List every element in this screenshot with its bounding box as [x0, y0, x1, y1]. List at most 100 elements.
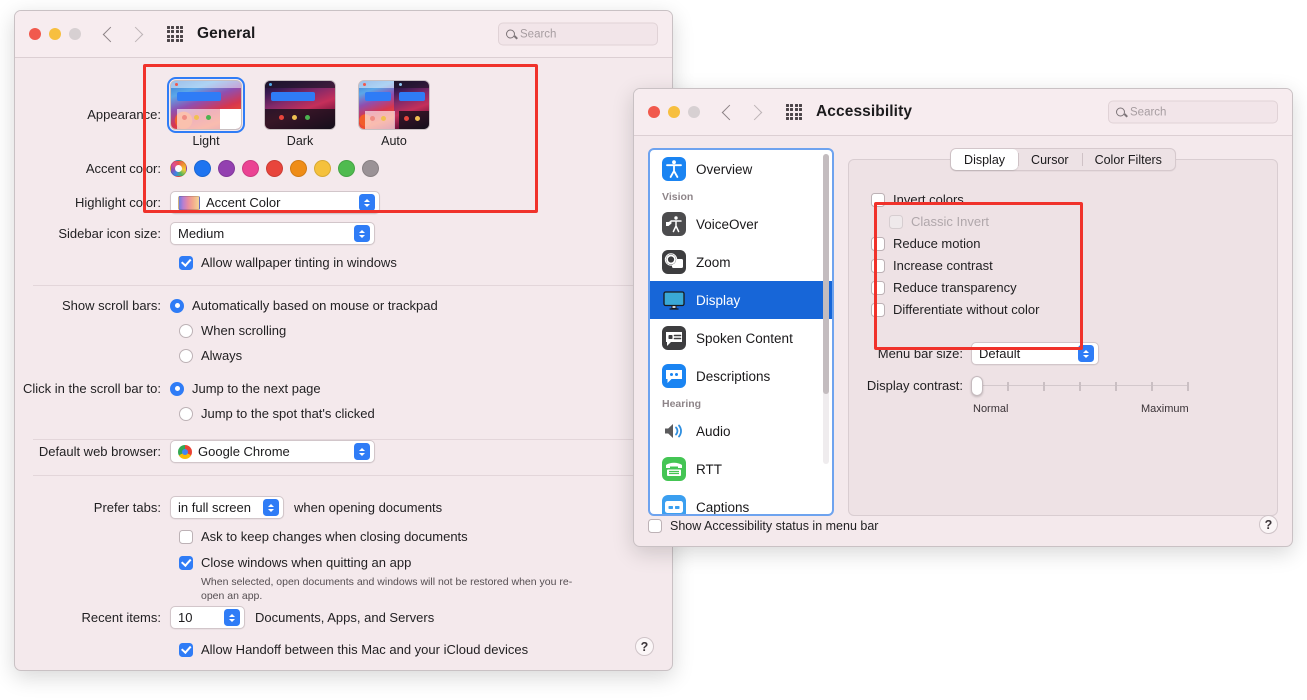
click-scroll-radio-spot-clicked[interactable]	[179, 407, 193, 421]
close-windows-row[interactable]: Close windows when quitting an app	[179, 555, 411, 570]
recent-items-stepper-icon[interactable]	[224, 609, 240, 626]
reduce-transparency-checkbox[interactable]	[871, 281, 885, 295]
scroll-bars-option-always[interactable]: Always	[179, 348, 242, 363]
sidebar-item-voiceover[interactable]: VoiceOver	[650, 205, 832, 243]
close-button[interactable]	[29, 28, 41, 40]
appearance-option-dark[interactable]: Dark	[264, 80, 336, 148]
sidebar-item-descriptions[interactable]: Descriptions	[650, 357, 832, 395]
scroll-bars-option-when-scrolling[interactable]: When scrolling	[179, 323, 286, 338]
prefer-tabs-popup[interactable]: in full screen	[170, 496, 284, 519]
accessibility-zoom-button[interactable]	[688, 106, 700, 118]
accent-swatch-purple[interactable]	[218, 160, 235, 177]
sidebar-item-rtt[interactable]: RTT	[650, 450, 832, 488]
accessibility-minimize-button[interactable]	[668, 106, 680, 118]
click-scroll-radio-next-page[interactable]	[170, 382, 184, 396]
appearance-options[interactable]: Light	[170, 80, 430, 148]
recent-items-popup[interactable]: 10	[170, 606, 245, 629]
scroll-bars-radio-when-scrolling[interactable]	[179, 324, 193, 338]
sidebar-item-overview[interactable]: Overview	[650, 150, 832, 188]
show-all-grid-icon[interactable]	[167, 26, 183, 42]
close-windows-checkbox[interactable]	[179, 556, 193, 570]
appearance-thumb-light[interactable]	[170, 80, 242, 130]
increase-contrast-row[interactable]: Increase contrast	[871, 258, 993, 273]
prefer-tabs-stepper-icon[interactable]	[263, 499, 279, 516]
appearance-thumb-dark[interactable]	[264, 80, 336, 130]
accent-swatch-green[interactable]	[338, 160, 355, 177]
window-controls[interactable]	[29, 28, 81, 40]
click-scroll-option-spot-clicked[interactable]: Jump to the spot that's clicked	[179, 406, 375, 421]
accessibility-navigation-arrows[interactable]	[724, 107, 760, 118]
sidebar-icon-size-popup[interactable]: Medium	[170, 222, 375, 245]
general-search-field[interactable]: Search	[498, 23, 658, 46]
accessibility-search-field[interactable]: Search	[1108, 101, 1278, 124]
click-scroll-option-next-page[interactable]: Jump to the next page	[170, 381, 321, 396]
accent-swatch-blue[interactable]	[194, 160, 211, 177]
accessibility-close-button[interactable]	[648, 106, 660, 118]
accessibility-window-controls[interactable]	[648, 106, 700, 118]
sidebar-icon-size-stepper-icon[interactable]	[354, 225, 370, 242]
sidebar-item-captions[interactable]: Captions	[650, 488, 832, 516]
menu-bar-size-popup[interactable]: Default	[971, 342, 1099, 365]
accent-swatch-multicolor[interactable]	[170, 160, 187, 177]
scroll-bars-radio-always[interactable]	[179, 349, 193, 363]
forward-arrow-icon[interactable]	[128, 26, 144, 42]
accent-color-swatches[interactable]	[170, 160, 379, 177]
appearance-option-auto[interactable]: Auto	[358, 80, 430, 148]
general-help-button[interactable]: ?	[635, 637, 654, 656]
appearance-option-light[interactable]: Light	[170, 80, 242, 148]
increase-contrast-checkbox[interactable]	[871, 259, 885, 273]
back-arrow-icon[interactable]	[103, 26, 119, 42]
tab-display[interactable]: Display	[951, 149, 1018, 170]
sidebar-item-spoken-content[interactable]: Spoken Content	[650, 319, 832, 357]
sidebar-item-display[interactable]: Display	[650, 281, 832, 319]
display-contrast-slider[interactable]	[971, 384, 1189, 388]
accent-swatch-yellow[interactable]	[314, 160, 331, 177]
accent-swatch-orange[interactable]	[290, 160, 307, 177]
handoff-checkbox[interactable]	[179, 643, 193, 657]
reduce-motion-checkbox[interactable]	[871, 237, 885, 251]
accent-swatch-red[interactable]	[266, 160, 283, 177]
accessibility-sidebar[interactable]: Overview Vision VoiceOver Zoom	[648, 148, 834, 516]
invert-colors-checkbox[interactable]	[871, 193, 885, 207]
sidebar-item-audio[interactable]: Audio	[650, 412, 832, 450]
ask-keep-changes-row[interactable]: Ask to keep changes when closing documen…	[179, 529, 468, 544]
tab-color-filters[interactable]: Color Filters	[1082, 149, 1175, 170]
invert-colors-row[interactable]: Invert colors	[871, 192, 964, 207]
recent-items-suffix: Documents, Apps, and Servers	[255, 610, 434, 625]
display-contrast-slider-knob[interactable]	[971, 376, 983, 396]
minimize-button[interactable]	[49, 28, 61, 40]
sidebar-item-zoom[interactable]: Zoom	[650, 243, 832, 281]
differentiate-without-color-checkbox[interactable]	[871, 303, 885, 317]
highlight-color-popup[interactable]: Accent Color	[170, 191, 380, 214]
highlight-color-stepper-icon[interactable]	[359, 194, 375, 211]
accent-swatch-pink[interactable]	[242, 160, 259, 177]
navigation-arrows[interactable]	[105, 29, 141, 40]
show-accessibility-status-row[interactable]: Show Accessibility status in menu bar	[648, 519, 878, 533]
accessibility-forward-arrow-icon[interactable]	[747, 104, 763, 120]
reduce-transparency-row[interactable]: Reduce transparency	[871, 280, 1017, 295]
accessibility-show-all-grid-icon[interactable]	[786, 104, 802, 120]
accessibility-search-icon	[1116, 108, 1125, 117]
differentiate-without-color-row[interactable]: Differentiate without color	[871, 302, 1039, 317]
default-web-browser-stepper-icon[interactable]	[354, 443, 370, 460]
menu-bar-size-stepper-icon[interactable]	[1078, 345, 1094, 362]
accessibility-tabs[interactable]: Display Cursor Color Filters	[950, 148, 1176, 171]
show-accessibility-status-checkbox[interactable]	[648, 519, 662, 533]
accessibility-help-button[interactable]: ?	[1259, 515, 1278, 534]
default-web-browser-popup[interactable]: Google Chrome	[170, 440, 375, 463]
sidebar-scrollbar[interactable]	[823, 154, 829, 464]
reduce-motion-row[interactable]: Reduce motion	[871, 236, 980, 251]
scroll-bars-radio-auto[interactable]	[170, 299, 184, 313]
zoom-button[interactable]	[69, 28, 81, 40]
accessibility-back-arrow-icon[interactable]	[722, 104, 738, 120]
wallpaper-tinting-checkbox[interactable]	[179, 256, 193, 270]
ask-keep-changes-checkbox[interactable]	[179, 530, 193, 544]
sidebar-scrollbar-thumb[interactable]	[823, 154, 829, 394]
handoff-row[interactable]: Allow Handoff between this Mac and your …	[179, 642, 528, 657]
wallpaper-tinting-row[interactable]: Allow wallpaper tinting in windows	[179, 255, 397, 270]
accent-swatch-graphite[interactable]	[362, 160, 379, 177]
tab-cursor[interactable]: Cursor	[1018, 149, 1082, 170]
appearance-thumb-auto[interactable]	[358, 80, 430, 130]
menu-bar-size-row: Menu bar size: Default	[849, 342, 1099, 365]
scroll-bars-option-auto[interactable]: Automatically based on mouse or trackpad	[170, 298, 438, 313]
